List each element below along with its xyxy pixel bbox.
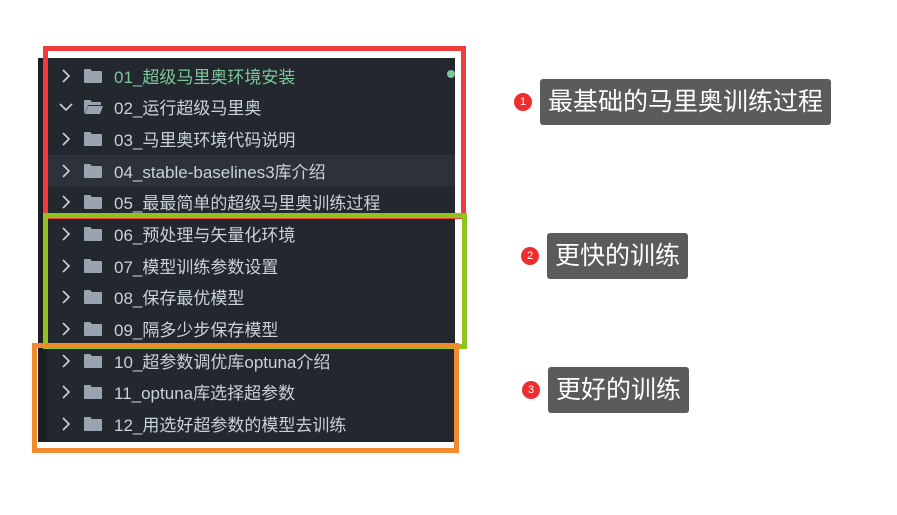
highlight-box-group-2: [43, 213, 467, 349]
annotation-label: 最基础的马里奥训练过程: [540, 79, 832, 125]
annotation-label: 更快的训练: [547, 233, 689, 279]
number-badge: 2: [521, 247, 539, 265]
highlight-box-group-1: [43, 46, 466, 219]
number-badge: 1: [514, 93, 532, 111]
annotation-label: 更好的训练: [548, 367, 690, 413]
highlight-box-group-3: [32, 343, 459, 453]
annotation-3: 3 更好的训练: [522, 367, 690, 413]
annotation-1: 1 最基础的马里奥训练过程: [514, 79, 832, 125]
annotation-2: 2 更快的训练: [521, 233, 689, 279]
number-badge: 3: [522, 381, 540, 399]
